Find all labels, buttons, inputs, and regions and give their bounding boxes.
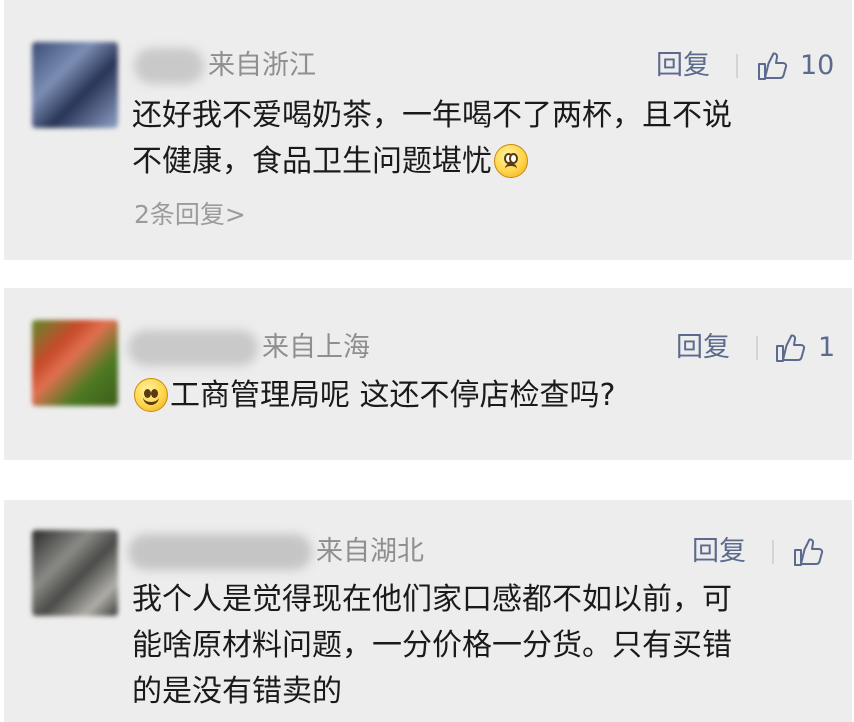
location-label: 来自湖北 — [316, 536, 424, 567]
username-blurred[interactable] — [134, 48, 204, 84]
divider — [736, 54, 738, 78]
comment-text-line: 还好我不爱喝奶茶，一年喝不了两杯，且不说 — [132, 98, 732, 133]
comment-text: 能啥原材料问题，一分价格一分货。只有买错 — [132, 624, 732, 668]
comment-text: 还好我不爱喝奶茶，一年喝不了两杯，且不说 — [132, 94, 732, 138]
smiling-face-emoji — [134, 378, 168, 412]
username-blurred[interactable] — [128, 330, 258, 366]
replies-count: 2条回复 — [134, 200, 225, 229]
comment-text: 的是没有错卖的 — [132, 670, 342, 714]
view-replies-link[interactable]: 2条回复> — [134, 198, 246, 232]
like-count: 1 — [818, 332, 836, 363]
avatar[interactable] — [32, 530, 118, 616]
comment-text-line: 不健康，食品卫生问题堪忧 — [132, 144, 492, 179]
divider — [772, 540, 774, 564]
like-count: 10 — [800, 50, 835, 81]
thumbs-up-icon[interactable] — [774, 332, 806, 364]
comment-text: 工商管理局呢 这还不停店检查吗? — [132, 374, 615, 418]
comment-text-line: 能啥原材料问题，一分价格一分货。只有买错 — [132, 628, 732, 663]
location-label: 来自浙江 — [208, 50, 316, 81]
chevron-right-icon: > — [224, 200, 246, 229]
reply-button[interactable]: 回复 — [656, 48, 710, 84]
comment-text: 不健康，食品卫生问题堪忧 — [132, 140, 530, 184]
reply-button[interactable]: 回复 — [692, 534, 746, 570]
thumbs-up-icon[interactable] — [756, 50, 788, 82]
comment-card: 来自浙江 回复 10 还好我不爱喝奶茶，一年喝不了两杯，且不说 不健康，食品卫生… — [4, 0, 852, 260]
location-label: 来自上海 — [262, 332, 370, 363]
username-blurred[interactable] — [128, 534, 312, 570]
comment-text-line: 的是没有错卖的 — [132, 674, 342, 709]
comment-card: 来自湖北 回复 我个人是觉得现在他们家口感都不如以前，可 能啥原材料问题，一分价… — [4, 500, 852, 722]
comment-text-line: 我个人是觉得现在他们家口感都不如以前，可 — [132, 582, 732, 617]
avatar[interactable] — [32, 320, 118, 406]
avatar[interactable] — [32, 42, 118, 128]
comment-card: 来自上海 回复 1 工商管理局呢 这还不停店检查吗? — [4, 288, 852, 460]
comment-text: 我个人是觉得现在他们家口感都不如以前，可 — [132, 578, 732, 622]
thumbs-up-icon[interactable] — [792, 536, 824, 568]
worried-face-emoji — [494, 144, 528, 178]
divider — [756, 336, 758, 360]
reply-button[interactable]: 回复 — [676, 330, 730, 366]
comment-text-line: 工商管理局呢 这还不停店检查吗? — [170, 378, 616, 413]
